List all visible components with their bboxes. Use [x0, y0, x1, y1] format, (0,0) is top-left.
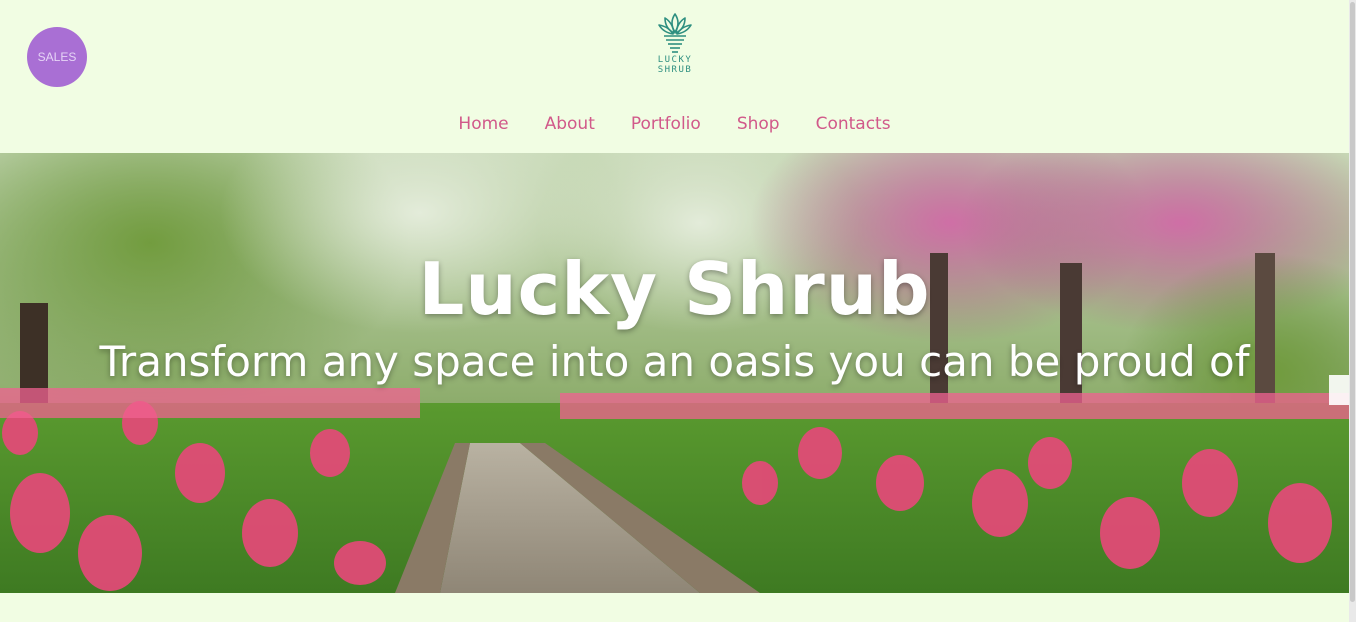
nav-shop[interactable]: Shop — [737, 114, 780, 134]
plant-pot-icon — [658, 13, 692, 53]
sales-badge[interactable]: SALES — [27, 27, 87, 87]
scrollbar-thumb[interactable] — [1350, 2, 1355, 602]
main-nav: Home About Portfolio Shop Contacts — [0, 114, 1349, 134]
nav-about[interactable]: About — [545, 114, 595, 134]
site-logo[interactable]: LUCKY SHRUB — [647, 10, 703, 92]
nav-home[interactable]: Home — [458, 114, 508, 134]
logo-line-2: SHRUB — [657, 65, 693, 75]
hero-banner: Lucky Shrub Transform any space into an … — [0, 153, 1349, 593]
logo-line-1: LUCKY — [657, 55, 693, 65]
sales-badge-label: SALES — [37, 50, 77, 64]
nav-contacts[interactable]: Contacts — [816, 114, 891, 134]
logo-text: LUCKY SHRUB — [658, 55, 693, 75]
nav-portfolio[interactable]: Portfolio — [631, 114, 701, 134]
hero-tagline: Transform any space into an oasis you ca… — [99, 337, 1250, 386]
hero-title: Lucky Shrub — [418, 247, 931, 331]
page-scrollbar[interactable] — [1349, 0, 1356, 622]
